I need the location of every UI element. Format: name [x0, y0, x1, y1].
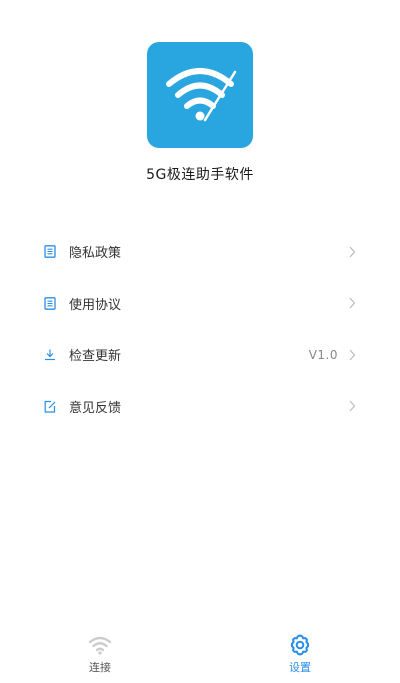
chevron-right-icon [349, 246, 356, 258]
menu-item-privacy-policy[interactable]: 隐私政策 [0, 226, 400, 278]
wifi-icon [87, 634, 113, 656]
menu-item-user-agreement[interactable]: 使用协议 [0, 278, 400, 330]
tab-connect[interactable]: 连接 [0, 625, 200, 683]
chevron-right-icon [349, 297, 356, 309]
document-icon [43, 245, 57, 259]
menu-item-label: 意见反馈 [69, 400, 122, 416]
menu-item-label: 使用协议 [69, 297, 122, 313]
version-value: V1.0 [308, 347, 338, 362]
bottom-tab-bar: 连接 设置 [0, 625, 400, 683]
menu-item-feedback[interactable]: 意见反馈 [0, 381, 400, 433]
chevron-right-icon [349, 349, 356, 361]
settings-menu: 隐私政策 使用协议 检查更新 V1.0 意见反馈 [0, 226, 400, 432]
tab-settings[interactable]: 设置 [200, 625, 400, 683]
app-logo [147, 42, 253, 148]
download-icon [43, 348, 57, 362]
wifi-icon [166, 68, 237, 122]
app-name: 5G极连助手软件 [146, 167, 254, 183]
chevron-right-icon [349, 400, 356, 412]
tab-label: 连接 [89, 661, 111, 674]
menu-item-label: 隐私政策 [69, 246, 122, 262]
menu-item-label: 检查更新 [69, 349, 122, 365]
menu-item-check-update[interactable]: 检查更新 V1.0 [0, 329, 400, 381]
tab-label: 设置 [289, 661, 311, 674]
gear-icon [287, 634, 313, 656]
edit-icon [43, 399, 57, 413]
document-icon [43, 296, 57, 310]
